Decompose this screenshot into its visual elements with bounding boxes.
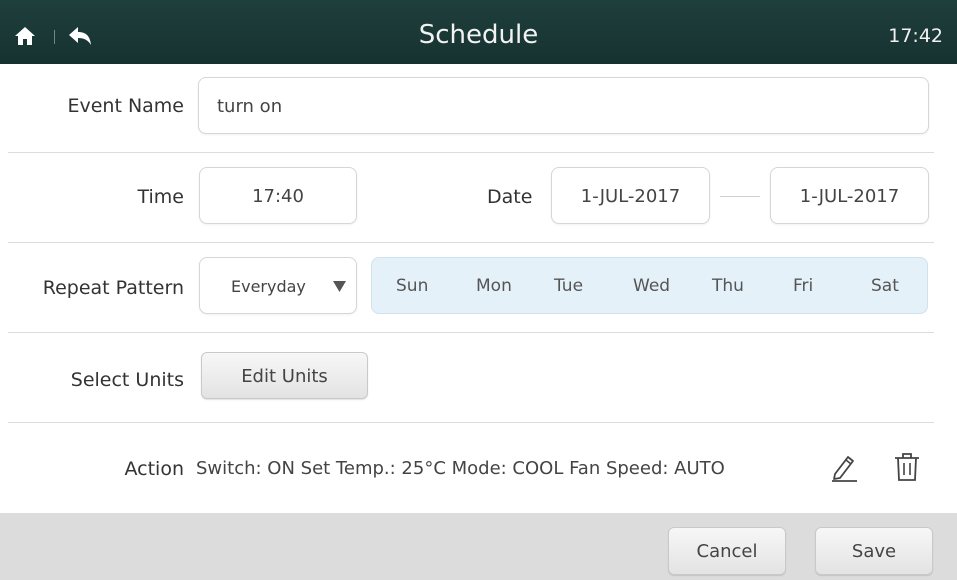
divider <box>8 332 934 333</box>
divider <box>8 422 934 423</box>
event-name-input[interactable]: turn on <box>198 77 929 134</box>
weekday-mon[interactable]: Mon <box>476 258 512 313</box>
weekday-selector: Sun Mon Tue Wed Thu Fri Sat <box>371 257 928 314</box>
repeat-pattern-select[interactable]: Everyday <box>199 257 357 314</box>
event-name-label: Event Name <box>67 95 184 117</box>
time-input[interactable]: 17:40 <box>199 167 357 224</box>
repeat-pattern-value: Everyday <box>231 277 306 296</box>
save-button[interactable]: Save <box>815 527 933 575</box>
divider <box>8 152 934 153</box>
weekday-thu[interactable]: Thu <box>712 258 744 313</box>
end-date-input[interactable]: 1-JUL-2017 <box>770 167 929 224</box>
action-summary: Switch: ON Set Temp.: 25°C Mode: COOL Fa… <box>196 458 725 479</box>
time-label: Time <box>137 186 185 208</box>
pencil-icon[interactable] <box>829 452 859 482</box>
action-label: Action <box>124 458 184 480</box>
start-date-input[interactable]: 1-JUL-2017 <box>551 167 710 224</box>
cancel-button[interactable]: Cancel <box>668 527 786 575</box>
divider <box>8 242 934 243</box>
weekday-sat[interactable]: Sat <box>871 258 899 313</box>
repeat-pattern-label: Repeat Pattern <box>42 277 184 299</box>
clock: 17:42 <box>888 25 943 47</box>
weekday-tue[interactable]: Tue <box>554 258 583 313</box>
header-bar: Schedule 17:42 <box>0 0 957 64</box>
footer-bar: Cancel Save <box>0 513 957 580</box>
triangle-down-icon <box>333 281 346 292</box>
weekday-sun[interactable]: Sun <box>396 258 428 313</box>
weekday-fri[interactable]: Fri <box>793 258 813 313</box>
trash-icon[interactable] <box>894 452 920 482</box>
edit-units-button[interactable]: Edit Units <box>201 352 368 399</box>
date-label: Date <box>487 186 533 208</box>
date-range-dash <box>720 196 760 197</box>
select-units-label: Select Units <box>70 369 184 391</box>
page-title: Schedule <box>418 20 539 50</box>
weekday-wed[interactable]: Wed <box>633 258 670 313</box>
